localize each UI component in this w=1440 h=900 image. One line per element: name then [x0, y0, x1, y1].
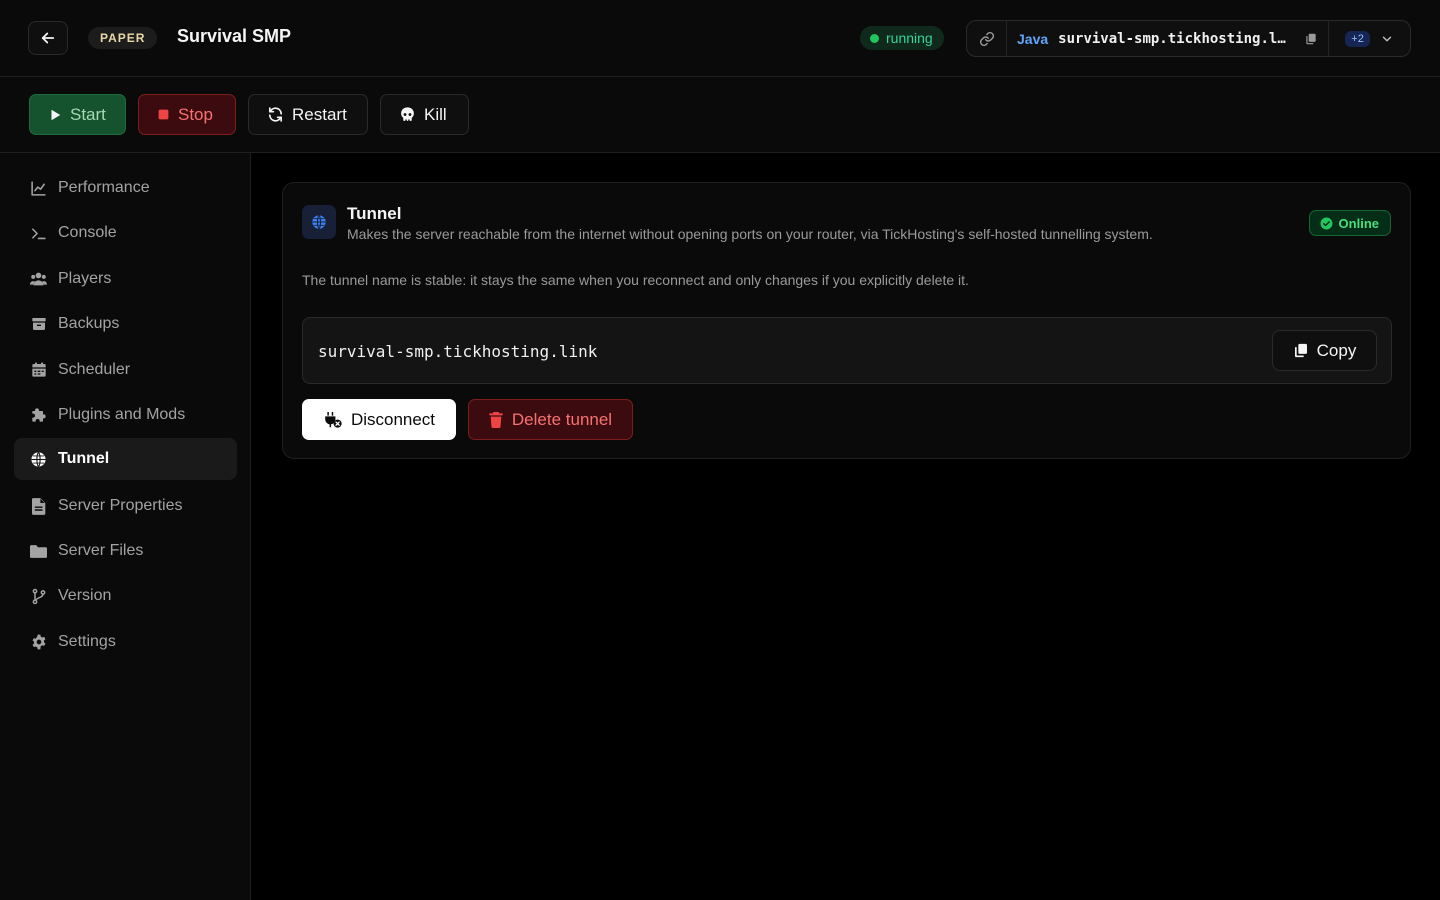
users-icon [30, 271, 47, 288]
sidebar-item-label: Console [58, 224, 117, 241]
puzzle-icon [30, 407, 47, 424]
server-title: Survival SMP [177, 26, 292, 46]
back-button[interactable] [28, 21, 68, 55]
sidebar-item-performance[interactable]: Performance [14, 167, 237, 209]
extra-address-count: +2 [1345, 30, 1370, 47]
git-branch-icon [30, 588, 47, 605]
tunnel-status-text: Online [1338, 215, 1379, 231]
tunnel-card: Tunnel Makes the server reachable from t… [282, 182, 1411, 459]
server-status-text: running [886, 30, 933, 46]
globe-icon [30, 451, 47, 468]
tunnel-note: The tunnel name is stable: it stays the … [302, 272, 969, 288]
disconnect-button[interactable]: Disconnect [302, 399, 456, 440]
gear-icon [30, 634, 47, 651]
sidebar-item-players[interactable]: Players [14, 258, 237, 300]
stop-button[interactable]: Stop [138, 94, 236, 135]
sidebar-item-label: Plugins and Mods [58, 406, 186, 423]
folder-icon [30, 543, 47, 560]
copy-icon [1304, 32, 1318, 46]
globe-icon [302, 205, 336, 239]
tunnel-address-field: survival-smp.tickhosting.link Copy [302, 317, 1392, 384]
start-button[interactable]: Start [29, 94, 126, 135]
trash-icon [489, 411, 503, 428]
chart-line-icon [30, 180, 47, 197]
server-address-box: Java survival-smp.tickhosting.link +2 [966, 20, 1411, 57]
play-icon [48, 108, 62, 122]
tunnel-description: Makes the server reachable from the inte… [347, 226, 1153, 242]
kill-label: Kill [424, 104, 447, 124]
link-icon [967, 21, 1007, 56]
more-addresses-dropdown[interactable]: +2 [1328, 21, 1410, 56]
file-icon [30, 497, 47, 515]
sidebar-nav: Performance Console Players Backups Sche… [0, 153, 251, 900]
skull-icon [399, 106, 416, 123]
copy-button[interactable]: Copy [1272, 330, 1377, 371]
sidebar-item-server-properties[interactable]: Server Properties [14, 485, 237, 527]
chevron-down-icon [1380, 32, 1394, 46]
terminal-icon [30, 225, 47, 242]
sidebar-item-label: Backups [58, 315, 120, 332]
calendar-icon [30, 362, 47, 379]
delete-tunnel-label: Delete tunnel [511, 409, 613, 429]
sidebar-item-label: Performance [58, 179, 150, 196]
sidebar-item-label: Tunnel [58, 450, 110, 467]
status-dot-icon [870, 33, 879, 43]
sidebar-item-settings[interactable]: Settings [14, 621, 237, 663]
address-host: survival-smp.tickhosting.link [1058, 30, 1295, 47]
sidebar-item-label: Players [58, 270, 112, 287]
top-header: PAPER Survival SMP running Java survival… [0, 0, 1440, 77]
arrow-left-icon [39, 29, 57, 47]
sidebar-item-version[interactable]: Version [14, 575, 237, 617]
tunnel-status-badge: Online [1308, 210, 1391, 236]
plug-disconnect-icon [323, 411, 342, 429]
tunnel-address: survival-smp.tickhosting.link [318, 342, 598, 361]
restart-label: Restart [292, 104, 347, 124]
stop-icon [157, 108, 170, 121]
refresh-icon [267, 106, 284, 123]
server-type-badge: PAPER [88, 27, 158, 49]
sidebar-item-server-files[interactable]: Server Files [14, 530, 237, 572]
delete-tunnel-button[interactable]: Delete tunnel [468, 399, 633, 440]
sidebar-item-label: Settings [58, 633, 116, 650]
address-protocol: Java [1017, 30, 1049, 47]
sidebar-item-backups[interactable]: Backups [14, 303, 237, 345]
sidebar-item-tunnel[interactable]: Tunnel [14, 438, 237, 480]
sidebar-item-console[interactable]: Console [14, 212, 237, 254]
start-label: Start [70, 104, 106, 124]
copy-icon [1293, 342, 1309, 359]
archive-icon [30, 316, 47, 333]
copy-label: Copy [1316, 340, 1357, 360]
sidebar-item-label: Version [58, 587, 112, 604]
disconnect-label: Disconnect [350, 409, 436, 429]
sidebar-item-plugins-and-mods[interactable]: Plugins and Mods [14, 394, 237, 436]
copy-address-button[interactable] [1294, 21, 1328, 56]
restart-button[interactable]: Restart [248, 94, 368, 135]
tunnel-title: Tunnel [347, 204, 402, 223]
stop-label: Stop [178, 104, 213, 124]
power-toolbar: Start Stop Restart Kill [0, 77, 1440, 153]
server-status-badge: running [860, 26, 944, 50]
sidebar-item-label: Server Properties [58, 497, 183, 514]
sidebar-item-scheduler[interactable]: Scheduler [14, 349, 237, 391]
sidebar-item-label: Scheduler [58, 361, 131, 378]
check-circle-icon [1320, 217, 1333, 230]
kill-button[interactable]: Kill [380, 94, 469, 135]
sidebar-item-label: Server Files [58, 542, 144, 559]
